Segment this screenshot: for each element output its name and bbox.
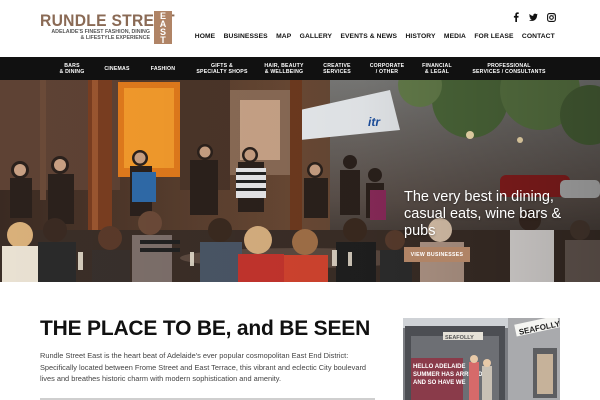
view-businesses-button[interactable]: VIEW BUSINESSES [404,247,470,262]
category-professional-services[interactable]: PROFESSIONAL SERVICES / CONSULTANTS [468,57,550,80]
nav-link-contact[interactable]: CONTACT [518,33,559,40]
category-label: CINEMAS [104,65,130,72]
nav-link-events-news[interactable]: EVENTS & NEWS [336,33,401,40]
category-bar: BARS & DINING CINEMAS FASHION GIFTS & SPEC… [0,57,600,80]
nav-link-map[interactable]: MAP [272,33,296,40]
category-label: CORPORATE [369,62,405,69]
category-label: & DINING [59,68,85,75]
main-navigation: HOME BUSINESSES MAP GALLERY EVENTS & NEW… [191,33,559,40]
category-creative-services[interactable]: CREATIVE SERVICES [314,57,360,80]
category-fashion[interactable]: FASHION [143,57,183,80]
logo-east-block: E A S T [154,11,172,45]
hero-banner: itr [0,80,600,282]
logo-east-letter: T [160,35,166,45]
promo-image[interactable]: SEAFOLLY SEAFOLLY HELLO ADELAIDE SUMMER … [403,318,560,400]
page-title: THE PLACE TO BE, and BE SEEN [40,317,371,340]
category-label: CREATIVE [323,62,351,69]
instagram-icon[interactable] [547,12,556,22]
intro-paragraph: Rundle Street East is the heart beat of … [40,351,367,384]
category-label: & LEGAL [424,68,450,75]
site-header: RUNDLE STREET ADELAIDE'S FINEST FASHION,… [0,0,600,57]
site-logo[interactable]: RUNDLE STREET ADELAIDE'S FINEST FASHION,… [40,11,175,45]
social-links [511,12,556,22]
nav-link-gallery[interactable]: GALLERY [295,33,336,40]
nav-link-home[interactable]: HOME [191,33,220,40]
category-label: SPECIALTY SHOPS [196,68,248,75]
nav-link-media[interactable]: MEDIA [440,33,470,40]
category-hair-beauty[interactable]: HAIR, BEAUTY & WELLBEING [258,57,310,80]
inner-sign-text: SEAFOLLY [445,335,474,341]
category-label: & WELLBEING [264,68,304,75]
category-label: / OTHER [375,68,399,75]
store-front-photo: SEAFOLLY SEAFOLLY HELLO ADELAIDE SUMMER … [403,318,560,400]
category-label: FINANCIAL [422,62,452,69]
nav-link-history[interactable]: HISTORY [401,33,439,40]
twitter-icon[interactable] [529,12,538,22]
poster-line-1: HELLO ADELAIDE [413,364,465,370]
category-gifts-specialty[interactable]: GIFTS & SPECIALTY SHOPS [190,57,254,80]
nav-link-for-lease[interactable]: FOR LEASE [470,33,518,40]
category-corporate-other[interactable]: CORPORATE / OTHER [364,57,410,80]
category-cinemas[interactable]: CINEMAS [97,57,137,80]
category-label: SERVICES / CONSULTANTS [472,68,546,75]
hero-heading: The very best in dining, casual eats, wi… [404,189,562,239]
category-label: SERVICES [323,68,351,75]
category-label: FASHION [150,65,176,72]
nav-link-businesses[interactable]: BUSINESSES [219,33,272,40]
hero-photo: itr [0,80,600,282]
category-bars-dining[interactable]: BARS & DINING [52,57,92,80]
category-financial-legal[interactable]: FINANCIAL & LEGAL [414,57,460,80]
poster-line-3: AND SO HAVE WE [413,380,466,386]
logo-tagline-line-2: & LIFESTYLE EXPERIENCE [80,35,150,41]
category-label: HAIR, BEAUTY [264,62,304,69]
facebook-icon[interactable] [511,12,520,22]
